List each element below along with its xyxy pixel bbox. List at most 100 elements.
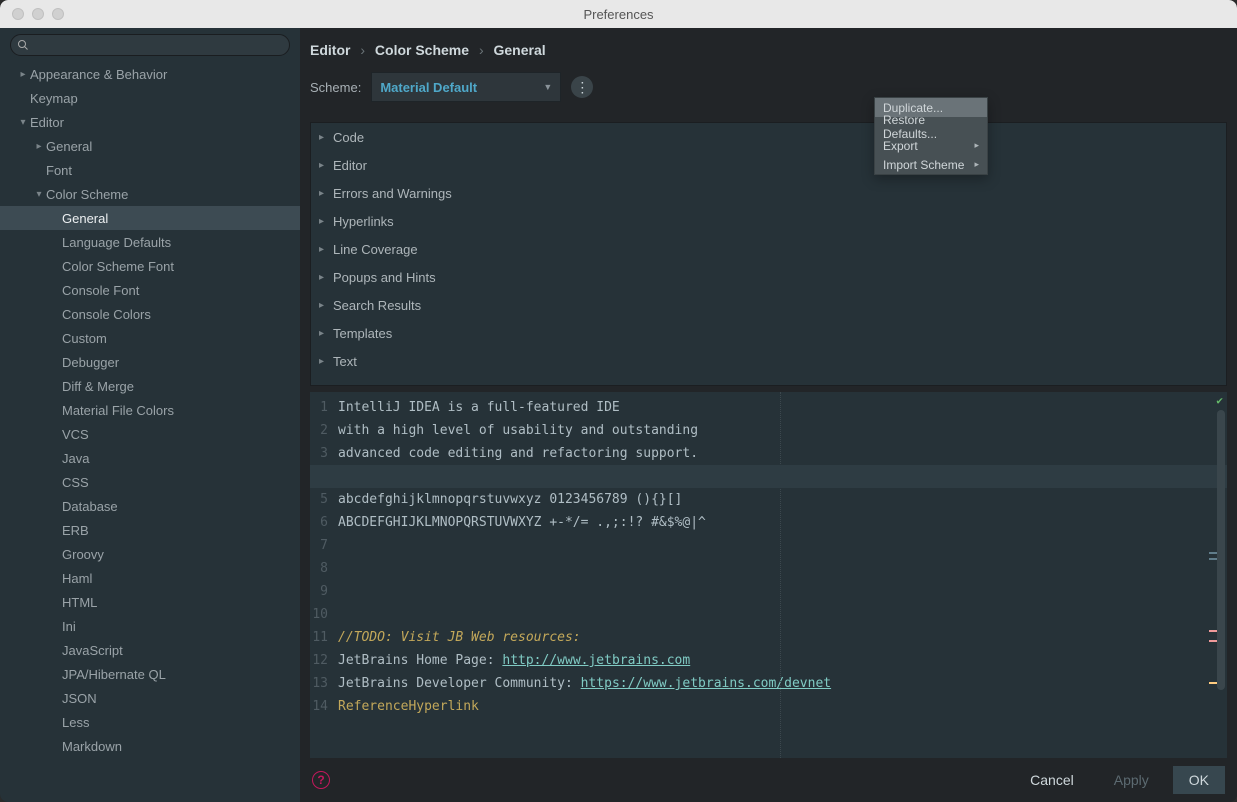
tree-item-label: Custom [62, 331, 107, 346]
tree-item-label: Console Font [62, 283, 139, 298]
category-item[interactable]: ▸Line Coverage [311, 235, 1226, 263]
tree-item[interactable]: Diff & Merge [0, 374, 300, 398]
footer-buttons: Cancel Apply OK [1014, 766, 1225, 794]
editor-lines: IntelliJ IDEA is a full-featured IDEwith… [332, 392, 1227, 758]
tree-item-label: Markdown [62, 739, 122, 754]
tree-item-label: Language Defaults [62, 235, 171, 250]
line-number: 8 [310, 557, 332, 580]
tree-item[interactable]: ▾Color Scheme [0, 182, 300, 206]
tree-item[interactable]: JPA/Hibernate QL [0, 662, 300, 686]
chevron-down-icon: ▾ [32, 189, 46, 200]
tree-item[interactable]: General [0, 206, 300, 230]
category-item[interactable]: ▸Editor [311, 151, 1226, 179]
code-line [338, 603, 1227, 626]
tree-item[interactable]: ▸General [0, 134, 300, 158]
settings-tree[interactable]: ▸Appearance & BehaviorKeymap▾Editor▸Gene… [0, 62, 300, 802]
menu-item[interactable]: Restore Defaults... [875, 117, 987, 136]
category-label: Line Coverage [333, 242, 418, 257]
zoom-window-button[interactable] [52, 8, 64, 20]
main-panel: Editor › Color Scheme › General Scheme: … [300, 28, 1237, 802]
search-input[interactable] [10, 34, 290, 56]
tree-item-label: Editor [30, 115, 64, 130]
tree-item-label: Ini [62, 619, 76, 634]
tree-item[interactable]: Console Colors [0, 302, 300, 326]
editor-scrollbar[interactable] [1215, 396, 1227, 754]
breadcrumb-separator: › [360, 42, 365, 58]
tree-item-label: Diff & Merge [62, 379, 134, 394]
tree-item-label: Groovy [62, 547, 104, 562]
category-label: Hyperlinks [333, 214, 394, 229]
categories-list[interactable]: ▸Code▸Editor▸Errors and Warnings▸Hyperli… [310, 122, 1227, 386]
window-title: Preferences [0, 7, 1237, 22]
tree-item[interactable]: Language Defaults [0, 230, 300, 254]
tree-item[interactable]: ▸Appearance & Behavior [0, 62, 300, 86]
breadcrumb-part: Color Scheme [375, 42, 469, 58]
scheme-actions-button[interactable]: ⋮ [571, 76, 593, 98]
tree-item[interactable]: Database [0, 494, 300, 518]
category-item[interactable]: ▸Errors and Warnings [311, 179, 1226, 207]
tree-item[interactable]: JavaScript [0, 638, 300, 662]
category-item[interactable]: ▸Hyperlinks [311, 207, 1226, 235]
ok-button[interactable]: OK [1173, 766, 1225, 794]
category-item[interactable]: ▸Code [311, 123, 1226, 151]
cancel-button[interactable]: Cancel [1014, 766, 1090, 794]
tree-item[interactable]: Keymap [0, 86, 300, 110]
code-line: JetBrains Home Page: http://www.jetbrain… [338, 649, 1227, 672]
scroll-thumb[interactable] [1217, 410, 1225, 690]
minimize-window-button[interactable] [32, 8, 44, 20]
category-item[interactable]: ▸Search Results [311, 291, 1226, 319]
help-button[interactable]: ? [312, 771, 330, 789]
tree-item-label: Debugger [62, 355, 119, 370]
code-line [338, 534, 1227, 557]
chevron-right-icon: ▸ [319, 356, 333, 367]
line-number: 1 [310, 396, 332, 419]
tree-item[interactable]: ▾Editor [0, 110, 300, 134]
tree-item[interactable]: Java [0, 446, 300, 470]
chevron-right-icon: ▸ [319, 300, 333, 311]
tree-item-label: JSON [62, 691, 97, 706]
tree-item[interactable]: Color Scheme Font [0, 254, 300, 278]
tree-item[interactable]: Ini [0, 614, 300, 638]
tree-item-label: Color Scheme [46, 187, 128, 202]
tree-item[interactable]: CSS [0, 470, 300, 494]
close-window-button[interactable] [12, 8, 24, 20]
tree-item[interactable]: Less [0, 710, 300, 734]
tree-item[interactable]: Markdown [0, 734, 300, 758]
tree-item[interactable]: ERB [0, 518, 300, 542]
chevron-right-icon: ▸ [319, 244, 333, 255]
code-line: ReferenceHyperlink [338, 695, 1227, 718]
search-wrap [0, 28, 300, 62]
chevron-down-icon: ▼ [543, 82, 552, 92]
sidebar: ▸Appearance & BehaviorKeymap▾Editor▸Gene… [0, 28, 300, 802]
tree-item[interactable]: Haml [0, 566, 300, 590]
scheme-dropdown[interactable]: Material Default ▼ [371, 72, 561, 102]
code-line [338, 580, 1227, 603]
tree-item-label: Appearance & Behavior [30, 67, 167, 82]
code-line [338, 465, 1227, 488]
scheme-actions-menu: Duplicate...Restore Defaults...Export▸Im… [874, 97, 988, 175]
category-label: Errors and Warnings [333, 186, 452, 201]
tree-item-label: JavaScript [62, 643, 123, 658]
tree-item[interactable]: Console Font [0, 278, 300, 302]
line-number: 5 [310, 488, 332, 511]
tree-item[interactable]: VCS [0, 422, 300, 446]
tree-item[interactable]: Groovy [0, 542, 300, 566]
category-item[interactable]: ▸Popups and Hints [311, 263, 1226, 291]
category-item[interactable]: ▸Text [311, 347, 1226, 375]
apply-button[interactable]: Apply [1098, 766, 1165, 794]
preferences-window: Preferences ▸Appearance & BehaviorKeymap… [0, 0, 1237, 802]
category-label: Templates [333, 326, 392, 341]
tree-item[interactable]: HTML [0, 590, 300, 614]
tree-item-label: HTML [62, 595, 97, 610]
tree-item-label: Less [62, 715, 89, 730]
tree-item-label: Console Colors [62, 307, 151, 322]
tree-item[interactable]: Font [0, 158, 300, 182]
tree-item[interactable]: Material File Colors [0, 398, 300, 422]
category-item[interactable]: ▸Templates [311, 319, 1226, 347]
menu-item[interactable]: Import Scheme▸ [875, 155, 987, 174]
tree-item[interactable]: Custom [0, 326, 300, 350]
tree-item[interactable]: Debugger [0, 350, 300, 374]
line-number: 11 [310, 626, 332, 649]
titlebar: Preferences [0, 0, 1237, 28]
tree-item[interactable]: JSON [0, 686, 300, 710]
